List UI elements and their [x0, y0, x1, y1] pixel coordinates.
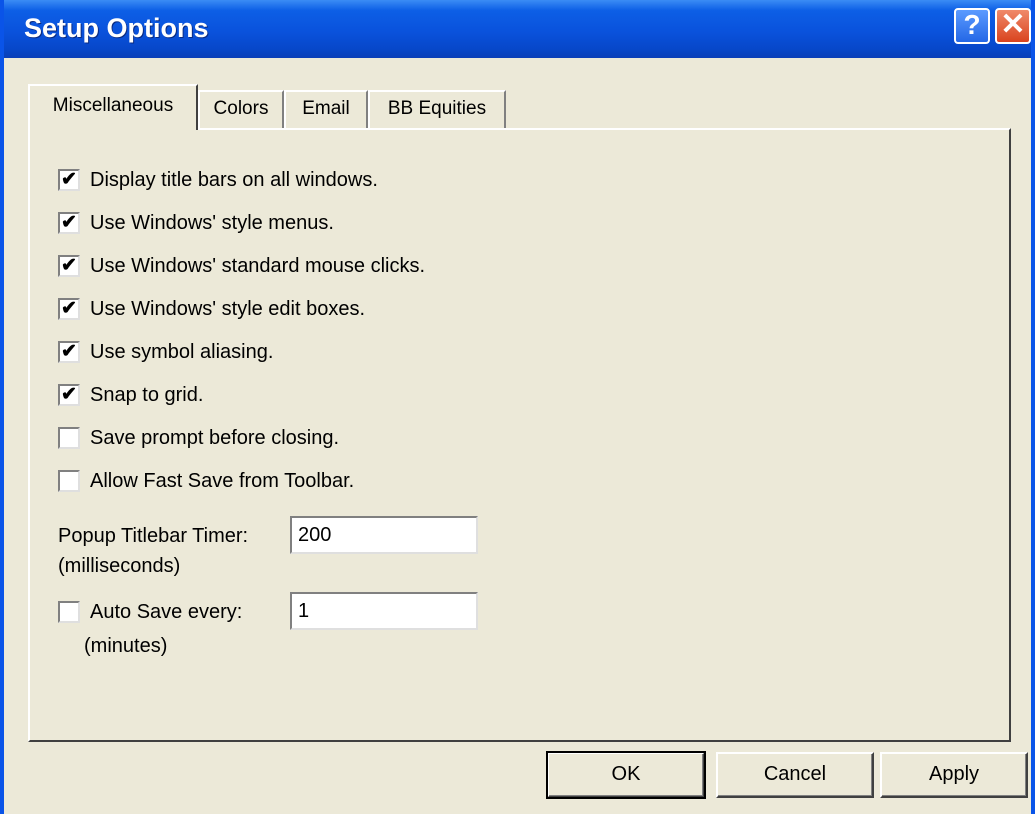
tab-miscellaneous[interactable]: Miscellaneous — [28, 84, 198, 130]
checkbox[interactable]: ✔ — [58, 169, 80, 191]
option-label: Use Windows' style menus. — [90, 212, 334, 234]
setup-options-dialog: Setup Options ? ✕ Miscellaneous Colors E… — [0, 0, 1035, 814]
popup-timer-input[interactable] — [290, 516, 478, 554]
tab-bb-equities[interactable]: BB Equities — [368, 90, 506, 128]
close-button[interactable]: ✕ — [995, 8, 1031, 44]
question-icon: ? — [963, 9, 981, 40]
popup-timer-unit: (milliseconds) — [58, 555, 181, 577]
close-icon: ✕ — [1000, 8, 1026, 41]
tab-colors[interactable]: Colors — [198, 90, 284, 128]
option-label: Allow Fast Save from Toolbar. — [90, 470, 355, 492]
checkbox[interactable]: ✔ — [58, 212, 80, 234]
checkbox[interactable]: ✔ — [58, 298, 80, 320]
checkbox[interactable]: ✔ — [58, 341, 80, 363]
option-label: Use Windows' standard mouse clicks. — [90, 255, 426, 277]
auto-save-unit: (minutes) — [84, 635, 168, 657]
checkbox[interactable] — [58, 601, 80, 623]
apply-button[interactable]: Apply — [880, 752, 1028, 798]
checkbox[interactable] — [58, 470, 80, 492]
tab-email[interactable]: Email — [284, 90, 368, 128]
window-title: Setup Options — [24, 13, 209, 43]
checkbox[interactable]: ✔ — [58, 384, 80, 406]
title-bar[interactable]: Setup Options ? ✕ — [4, 0, 1031, 58]
option-label: Use Windows' style edit boxes. — [90, 298, 366, 320]
checkbox[interactable] — [58, 427, 80, 449]
cancel-button[interactable]: Cancel — [716, 752, 874, 798]
checkbox[interactable]: ✔ — [58, 255, 80, 277]
auto-save-label: Auto Save every: — [90, 601, 243, 623]
auto-save-input[interactable] — [290, 592, 478, 630]
option-label: Display title bars on all windows. — [90, 169, 378, 191]
option-label: Use symbol aliasing. — [90, 341, 274, 363]
help-button[interactable]: ? — [954, 8, 990, 44]
option-label: Snap to grid. — [90, 384, 204, 406]
ok-button[interactable]: OK — [546, 751, 706, 799]
popup-timer-label: Popup Titlebar Timer: — [58, 525, 249, 547]
miscellaneous-panel: ✔ Display title bars on all windows. ✔ U… — [28, 128, 1011, 742]
option-label: Save prompt before closing. — [90, 427, 340, 449]
